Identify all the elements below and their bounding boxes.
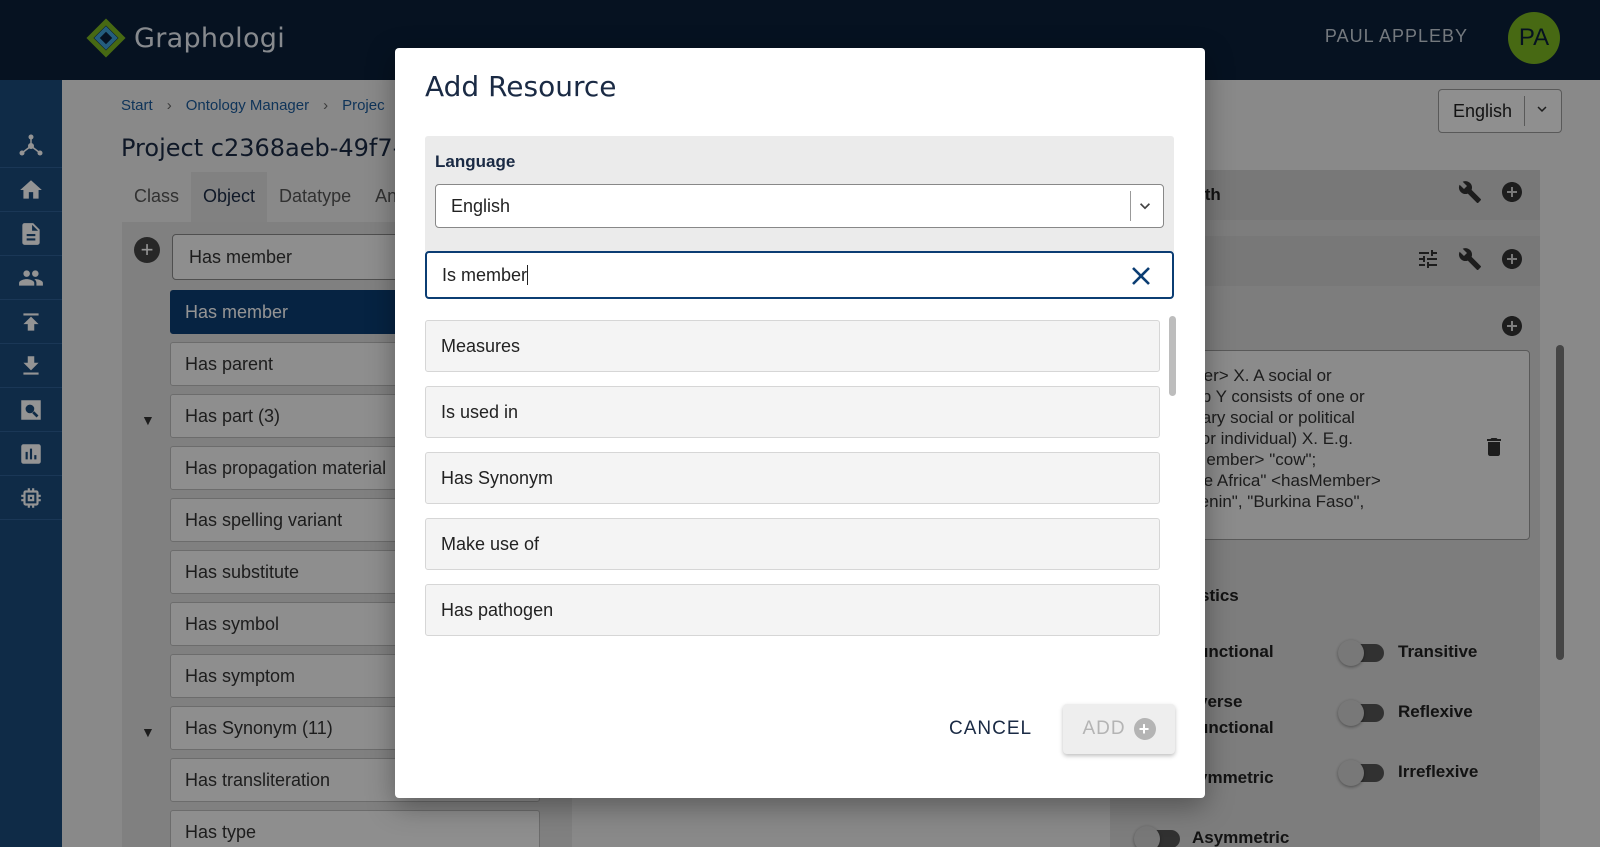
add-resource-dialog: Add Resource Language English Is member …	[395, 48, 1205, 798]
select-divider	[1130, 191, 1131, 221]
text-caret	[527, 265, 529, 285]
results-list: Measures Is used in Has Synonym Make use…	[425, 320, 1174, 638]
add-button-label: ADD	[1082, 718, 1126, 739]
result-item-is-used-in[interactable]: Is used in	[425, 386, 1160, 438]
language-dropdown[interactable]: English	[435, 184, 1164, 228]
language-dropdown-value: English	[451, 196, 511, 216]
result-item-measures[interactable]: Measures	[425, 320, 1160, 372]
resource-search-value: Is member	[442, 265, 528, 285]
result-item-make-use-of[interactable]: Make use of	[425, 518, 1160, 570]
chevron-down-icon	[1140, 203, 1150, 210]
cancel-button[interactable]: CANCEL	[935, 708, 1046, 748]
add-circle-icon: +	[1133, 718, 1156, 740]
dialog-title: Add Resource	[425, 70, 617, 103]
language-label: Language	[435, 152, 516, 171]
result-item-has-pathogen[interactable]: Has pathogen	[425, 584, 1160, 636]
language-panel: Language English	[425, 136, 1174, 254]
resource-search-input[interactable]: Is member	[425, 251, 1174, 299]
results-scrollbar[interactable]	[1169, 316, 1176, 396]
close-icon[interactable]	[1128, 263, 1154, 289]
result-item-has-synonym[interactable]: Has Synonym	[425, 452, 1160, 504]
add-button[interactable]: ADD +	[1063, 704, 1175, 754]
